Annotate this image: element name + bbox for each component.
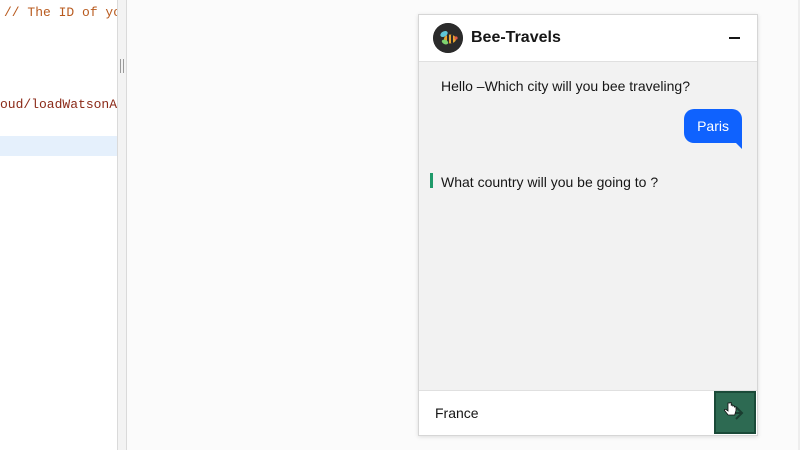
pane-splitter[interactable] [117,0,127,450]
active-line-highlight [0,136,117,156]
hand-cursor-icon [724,402,737,416]
code-line-comment: // The ID of yo [4,5,117,20]
user-message: Paris [684,109,742,149]
bot-message: Hello –Which city will you bee traveling… [441,78,690,94]
minimize-button[interactable] [725,28,745,48]
send-button[interactable] [714,391,756,434]
code-editor[interactable]: // The ID of yo oud/loadWatsonA [0,0,117,450]
chat-title: Bee-Travels [471,29,561,46]
code-line-url: oud/loadWatsonA [0,97,117,112]
chat-input[interactable] [435,391,705,435]
message-accent-bar [430,173,433,188]
chat-widget: Bee-Travels Hello –Which city will you b… [418,14,758,436]
splitter-grip-icon[interactable] [120,59,124,73]
bee-logo-icon [433,23,463,53]
chat-input-bar [419,390,757,435]
chat-header: Bee-Travels [419,15,757,62]
bot-message: What country will you be going to ? [441,174,659,190]
